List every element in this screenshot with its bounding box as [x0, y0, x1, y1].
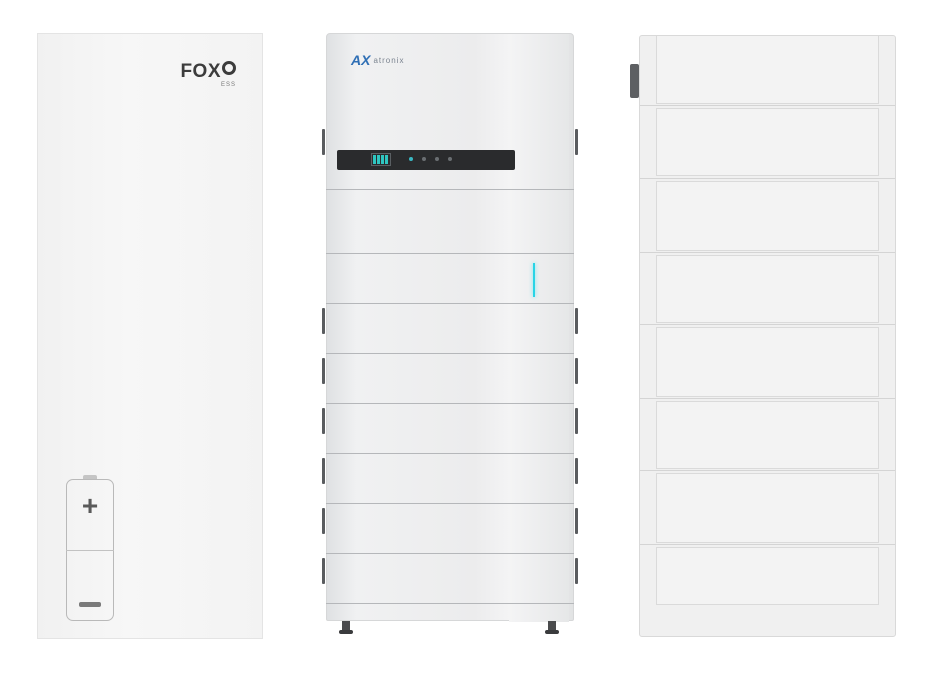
side-handle [575, 129, 578, 155]
module-seam [326, 503, 574, 504]
module-seam [326, 553, 574, 554]
module-seam [326, 453, 574, 454]
side-handle [575, 408, 578, 434]
module-seam [326, 253, 574, 254]
side-handle [575, 508, 578, 534]
side-handle [322, 129, 325, 155]
module-seam [326, 353, 574, 354]
side-handle [322, 508, 325, 534]
module-seam [640, 544, 895, 545]
module-seam [326, 189, 574, 190]
module-seam [326, 303, 574, 304]
module-seam [640, 252, 895, 253]
module-seam [326, 603, 574, 604]
side-connector [630, 64, 639, 98]
battery-divider [66, 550, 114, 551]
battery-cap [83, 475, 97, 479]
soc-bars [373, 155, 388, 164]
side-handle [322, 408, 325, 434]
module-seam [640, 398, 895, 399]
fox-logo-ring-icon [222, 61, 236, 75]
side-handle [575, 308, 578, 334]
module-seam [640, 470, 895, 471]
side-handle [322, 308, 325, 334]
cabinet-top-panel [656, 36, 879, 104]
side-handle [322, 558, 325, 584]
fox-logo-word: FOX [180, 61, 221, 82]
led-light-bar [533, 263, 535, 297]
module-seam [640, 178, 895, 179]
battery-module [656, 255, 879, 323]
status-display-panel [337, 150, 515, 170]
side-handle [575, 358, 578, 384]
battery-module [656, 327, 879, 397]
side-handle [575, 558, 578, 584]
atronix-battery-tower: AX atronix [322, 33, 578, 634]
tower-side-strip [509, 34, 569, 622]
minus-icon [79, 602, 101, 607]
tower-body: AX atronix [326, 33, 574, 622]
growatt-battery-cabinet: Growatt [630, 35, 896, 637]
side-handle [575, 458, 578, 484]
plus-icon: + [81, 490, 99, 521]
battery-icon: + [66, 475, 114, 621]
battery-module [656, 401, 879, 469]
fox-ess-logo: FOX ESS [180, 61, 236, 88]
tower-foot-base [339, 630, 353, 634]
atronix-logo-text: atronix [373, 55, 405, 65]
battery-module [656, 547, 879, 605]
module-seam [640, 105, 895, 106]
module-seam [640, 324, 895, 325]
battery-module [656, 108, 879, 176]
side-handle [322, 358, 325, 384]
fox-ess-battery-cabinet: FOX ESS + [37, 33, 263, 639]
battery-module [656, 181, 879, 251]
fox-logo-subtext: ESS [220, 82, 236, 88]
side-handle [322, 458, 325, 484]
tower-foot-base [545, 630, 559, 634]
module-seam [326, 403, 574, 404]
atronix-logo: AX atronix [351, 52, 404, 68]
atronix-logo-mark: AX [351, 52, 371, 68]
battery-module [656, 473, 879, 543]
status-indicator-dots [409, 157, 452, 161]
